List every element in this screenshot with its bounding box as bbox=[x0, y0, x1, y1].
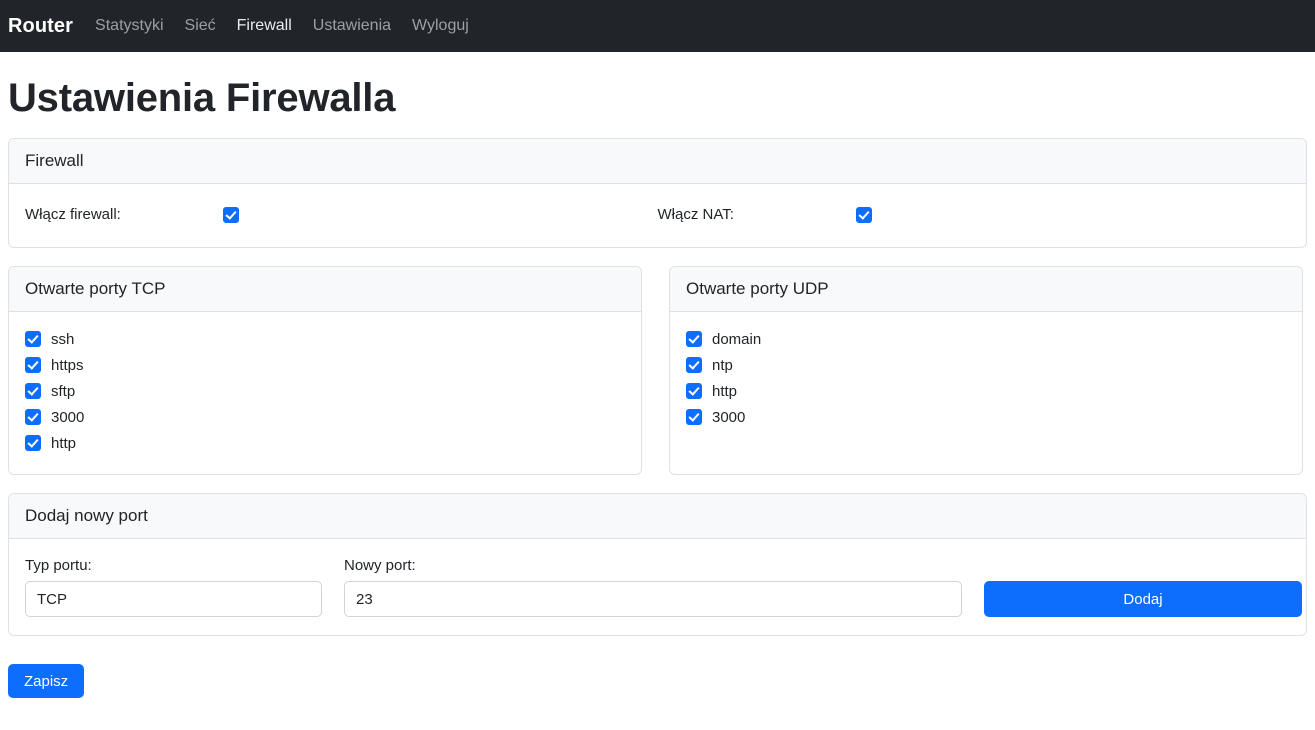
tcp-ports-card-body: ssh https sftp 3000 http bbox=[9, 312, 641, 474]
add-port-card: Dodaj nowy port Typ portu: Nowy port: Do… bbox=[8, 493, 1307, 636]
udp-port-label-3000: 3000 bbox=[712, 408, 746, 426]
tcp-port-label-http: http bbox=[51, 434, 77, 452]
udp-port-label-http: http bbox=[712, 382, 738, 400]
udp-ports-card-body: domain ntp http 3000 bbox=[670, 312, 1302, 448]
list-item[interactable]: sftp bbox=[25, 378, 625, 404]
navbar-brand[interactable]: Router bbox=[8, 15, 73, 38]
save-button[interactable]: Zapisz bbox=[8, 664, 85, 698]
tcp-ports-card-header: Otwarte porty TCP bbox=[9, 267, 641, 312]
ports-row: Otwarte porty TCP ssh https sftp 3000 ht… bbox=[8, 266, 1307, 475]
enable-nat-checkbox[interactable] bbox=[855, 206, 872, 223]
port-type-input[interactable] bbox=[25, 581, 322, 617]
enable-nat-label: Włącz NAT: bbox=[657, 206, 734, 223]
tcp-port-checkbox-3000[interactable] bbox=[25, 409, 41, 425]
list-item[interactable]: https bbox=[25, 352, 625, 378]
udp-port-checkbox-http[interactable] bbox=[686, 383, 702, 399]
firewall-card: Firewall Włącz firewall: Włącz NAT: bbox=[8, 138, 1307, 248]
enable-firewall-label: Włącz firewall: bbox=[25, 206, 121, 223]
port-type-label: Typ portu: bbox=[25, 557, 92, 574]
enable-firewall-group: Włącz firewall: bbox=[25, 206, 658, 223]
udp-port-checkbox-domain[interactable] bbox=[686, 331, 702, 347]
tcp-port-label-sftp: sftp bbox=[51, 382, 76, 400]
list-item[interactable]: http bbox=[25, 430, 625, 456]
tcp-port-checkbox-http[interactable] bbox=[25, 435, 41, 451]
navbar: Router Statystyki Sieć Firewall Ustawien… bbox=[0, 0, 1315, 52]
add-port-button[interactable]: Dodaj bbox=[984, 581, 1302, 617]
new-port-label: Nowy port: bbox=[344, 557, 416, 574]
udp-ports-card-header: Otwarte porty UDP bbox=[670, 267, 1302, 312]
tcp-port-checkbox-ssh[interactable] bbox=[25, 331, 41, 347]
navbar-links: Statystyki Sieć Firewall Ustawienia Wylo… bbox=[95, 17, 469, 35]
tcp-port-checkbox-sftp[interactable] bbox=[25, 383, 41, 399]
list-item[interactable]: http bbox=[686, 378, 1286, 404]
list-item[interactable]: ssh bbox=[25, 326, 625, 352]
add-port-card-header: Dodaj nowy port bbox=[9, 494, 1306, 539]
port-type-group: Typ portu: bbox=[25, 557, 322, 617]
udp-port-checkbox-ntp[interactable] bbox=[686, 357, 702, 373]
page-title: Ustawienia Firewalla bbox=[8, 76, 396, 120]
list-item[interactable]: ntp bbox=[686, 352, 1286, 378]
tcp-port-label-3000: 3000 bbox=[51, 408, 85, 426]
firewall-card-body: Włącz firewall: Włącz NAT: bbox=[9, 184, 1306, 247]
firewall-toggle-row: Włącz firewall: Włącz NAT: bbox=[25, 200, 1290, 231]
tcp-ports-card: Otwarte porty TCP ssh https sftp 3000 ht… bbox=[8, 266, 642, 475]
tcp-port-label-ssh: ssh bbox=[51, 330, 75, 348]
list-item[interactable]: domain bbox=[686, 326, 1286, 352]
nav-link-statystyki[interactable]: Statystyki bbox=[95, 17, 163, 35]
list-item[interactable]: 3000 bbox=[686, 404, 1286, 430]
firewall-card-header: Firewall bbox=[9, 139, 1306, 184]
enable-firewall-checkbox[interactable] bbox=[223, 206, 239, 223]
udp-port-checkbox-3000[interactable] bbox=[686, 409, 702, 425]
new-port-input[interactable] bbox=[344, 581, 962, 617]
tcp-port-checkbox-https[interactable] bbox=[25, 357, 41, 373]
enable-nat-group: Włącz NAT: bbox=[658, 206, 1291, 223]
udp-port-label-domain: domain bbox=[712, 330, 762, 348]
list-item[interactable]: 3000 bbox=[25, 404, 625, 430]
tcp-port-label-https: https bbox=[51, 356, 84, 374]
nav-link-firewall[interactable]: Firewall bbox=[237, 17, 292, 35]
new-port-group: Nowy port: bbox=[344, 557, 962, 617]
udp-port-label-ntp: ntp bbox=[712, 356, 733, 374]
add-port-form: Typ portu: Nowy port: Dodaj bbox=[25, 555, 1302, 619]
add-button-group: Dodaj bbox=[984, 581, 1302, 617]
add-port-card-body: Typ portu: Nowy port: Dodaj bbox=[9, 539, 1306, 635]
udp-ports-card: Otwarte porty UDP domain ntp http 3000 bbox=[669, 266, 1303, 475]
nav-link-siec[interactable]: Sieć bbox=[185, 17, 216, 35]
nav-link-ustawienia[interactable]: Ustawienia bbox=[313, 17, 391, 35]
page-container: Ustawienia Firewalla Firewall Włącz fire… bbox=[0, 76, 1315, 698]
nav-link-wyloguj[interactable]: Wyloguj bbox=[412, 17, 469, 35]
